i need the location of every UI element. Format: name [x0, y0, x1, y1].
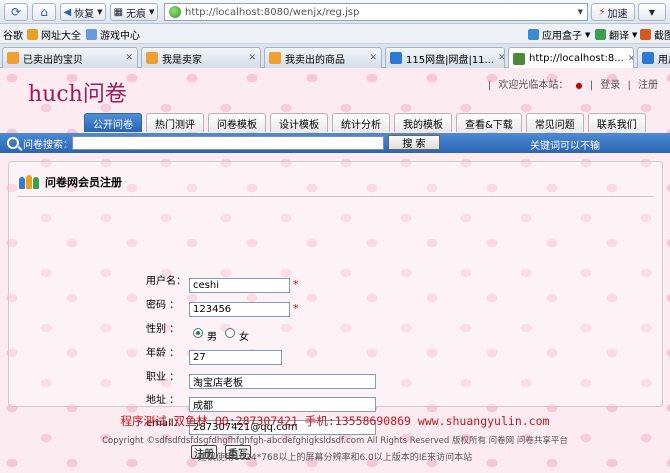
url-directory-icon — [27, 29, 38, 40]
nav-faq[interactable]: 常见问题 — [525, 113, 584, 132]
chevron-down-icon[interactable]: ▼ — [578, 8, 583, 16]
close-icon[interactable]: ✕ — [248, 53, 256, 63]
nav-survey-templates[interactable]: 问卷模板 — [208, 113, 266, 132]
bookmark-app-box[interactable]: 应用盒子 ▼ — [528, 27, 590, 42]
bookmark-translate[interactable]: 翻译 ▼ — [595, 27, 637, 42]
search-input[interactable] — [72, 136, 384, 150]
close-icon[interactable]: ✕ — [498, 53, 504, 63]
nav-hot-tests[interactable]: 热门测评 — [146, 113, 204, 132]
menu-button[interactable]: ▼ — [638, 3, 666, 21]
chevron-down-icon: ▼ — [585, 30, 591, 39]
chevron-down-icon: ▼ — [149, 8, 155, 16]
tab-i-am-seller[interactable]: 我是卖家 ✕ — [141, 47, 261, 68]
login-link[interactable]: 登录 — [600, 80, 620, 91]
tab-sold-items[interactable]: 已卖出的宝贝 ✕ — [2, 47, 138, 68]
nav-view-download[interactable]: 查看&下载 — [456, 113, 522, 132]
main-nav: 公开问卷 热门测评 问卷模板 设计模板 统计分析 我的模板 查看&下载 常见问题… — [84, 113, 646, 133]
address-bar[interactable]: http://localhost:8080/wenjx/reg.jsp ▼ — [164, 3, 588, 21]
home-button[interactable]: ⌂ — [32, 3, 56, 21]
footer-browser-hint: 建议使用1024*768以上的屏幕分辨率和6.0以上版本的IE来访问本站 — [197, 453, 473, 463]
chevron-down-icon: ▼ — [97, 8, 103, 16]
search-icon — [7, 137, 19, 149]
gender-female-label: 女 — [239, 332, 249, 343]
private-mode-icon: ▦ — [113, 6, 124, 18]
user-icon: ● — [575, 81, 583, 90]
refresh-button[interactable]: ⟳ — [4, 3, 28, 21]
tab-sold-products[interactable]: 我卖出的商品 ✕ — [264, 47, 382, 68]
registration-panel: 问卷网会员注册 用户名： ceshi * 密码 ： 123456 * 性别 ： … — [8, 161, 663, 460]
age-label: 年龄 ： — [146, 347, 180, 359]
menu-chevron-icon: ▼ — [648, 7, 656, 17]
username-label: 用户名： — [146, 275, 186, 287]
browser-toolbar: ⟳ ⌂ ◀ 恢复 ▼ ▦ 无痕 ▼ http://localhost:8080/… — [0, 0, 670, 24]
bookmark-url-directory[interactable]: 网址大全 — [27, 27, 81, 42]
title-divider — [17, 196, 654, 197]
bookmarks-bar: 谷歌 网址大全 游戏中心 应用盒子 ▼ 翻译 ▼ 截图 — [0, 24, 670, 44]
bookmark-google[interactable]: 谷歌 — [3, 27, 23, 42]
taobao-tab-icon — [7, 52, 19, 64]
required-mark: * — [293, 278, 299, 291]
tab-strip: 已卖出的宝贝 ✕ 我是卖家 ✕ 我卖出的商品 ✕ 115网盘|网盘|11... … — [0, 44, 670, 69]
close-icon[interactable]: ✕ — [628, 54, 633, 64]
footer-copyright: Copyright ©sdfsdfdsfdsgfdhgfhfghfgh-abcd… — [102, 436, 568, 446]
survey-search-bar: 问卷搜索： 搜 索 关键词可以不输 — [0, 133, 670, 153]
close-icon[interactable]: ✕ — [125, 53, 133, 63]
home-icon: ⌂ — [40, 5, 48, 19]
private-mode-button[interactable]: ▦ 无痕 ▼ — [110, 3, 158, 21]
nav-public-surveys[interactable]: 公开问卷 — [84, 113, 142, 132]
gender-label: 性别 ： — [146, 323, 180, 335]
nav-my-templates[interactable]: 我的模板 — [394, 113, 452, 132]
nav-design-templates[interactable]: 设计模板 — [270, 113, 328, 132]
lightning-icon: ⚡ — [598, 6, 606, 18]
username-field[interactable]: ceshi — [189, 278, 290, 293]
gender-male-radio[interactable] — [193, 328, 203, 338]
tab-localhost[interactable]: http://localhost:8... ✕ — [508, 47, 634, 69]
password-field[interactable]: 123456 — [189, 302, 290, 317]
gender-male-label: 男 — [207, 332, 217, 343]
address-field[interactable]: 成都 — [189, 397, 376, 412]
scissors-icon — [640, 29, 651, 40]
gender-female-radio[interactable] — [225, 328, 235, 338]
game-center-icon — [86, 29, 97, 40]
job-field[interactable]: 淘宝店老板 — [189, 374, 376, 389]
back-arrow-icon: ◀ — [63, 6, 72, 18]
cloud-disk-tab-icon — [390, 52, 402, 64]
footer-contact: 程序测试:双鱼林 QQ:287307421 手机:13558690869 www… — [120, 414, 550, 428]
bookmark-game-center[interactable]: 游戏中心 — [86, 27, 140, 42]
top-links: | 欢迎光临本站： ● | 登录 | 注册 — [487, 80, 658, 91]
taobao-tab-icon — [146, 52, 158, 64]
close-icon[interactable]: ✕ — [369, 53, 377, 63]
address-label: 地址 ： — [146, 394, 180, 406]
password-label: 密码 ： — [146, 299, 180, 311]
form-title: 问卷网会员注册 — [19, 174, 122, 190]
register-link[interactable]: 注册 — [638, 80, 658, 91]
search-button[interactable]: 搜 索 — [388, 135, 440, 150]
page-content: huch问卷 | 欢迎光临本站： ● | 登录 | 注册 公开问卷 热门测评 问… — [0, 68, 670, 473]
search-hint: 关键词可以不输 — [530, 141, 600, 152]
accelerate-button[interactable]: ⚡ 加速 — [591, 3, 635, 21]
tab-user-center[interactable]: 用户中 — [637, 47, 670, 68]
tab-115-disk[interactable]: 115网盘|网盘|11... ✕ — [385, 47, 505, 68]
welcome-text: 欢迎光临本站： — [498, 80, 569, 91]
refresh-icon: ⟳ — [10, 5, 22, 19]
site-globe-icon — [169, 6, 181, 18]
bookmark-screenshot[interactable]: 截图 — [640, 27, 670, 42]
address-url: http://localhost:8080/wenjx/reg.jsp — [185, 6, 360, 18]
required-mark: * — [293, 302, 299, 315]
translate-icon — [595, 29, 606, 40]
taobao-tab-icon — [269, 52, 281, 64]
members-icon — [19, 175, 41, 189]
user-center-tab-icon — [642, 52, 654, 64]
page-tab-icon — [513, 52, 525, 65]
app-box-icon — [528, 29, 539, 40]
search-label: 问卷搜索： — [23, 139, 73, 151]
age-field[interactable]: 27 — [189, 350, 282, 365]
site-logo[interactable]: huch问卷 — [28, 76, 127, 108]
chevron-down-icon: ▼ — [632, 30, 638, 39]
nav-statistics[interactable]: 统计分析 — [332, 113, 390, 132]
nav-contact[interactable]: 联系我们 — [587, 113, 646, 132]
back-button[interactable]: ◀ 恢复 ▼ — [60, 3, 106, 21]
job-label: 职业 ： — [146, 371, 180, 383]
